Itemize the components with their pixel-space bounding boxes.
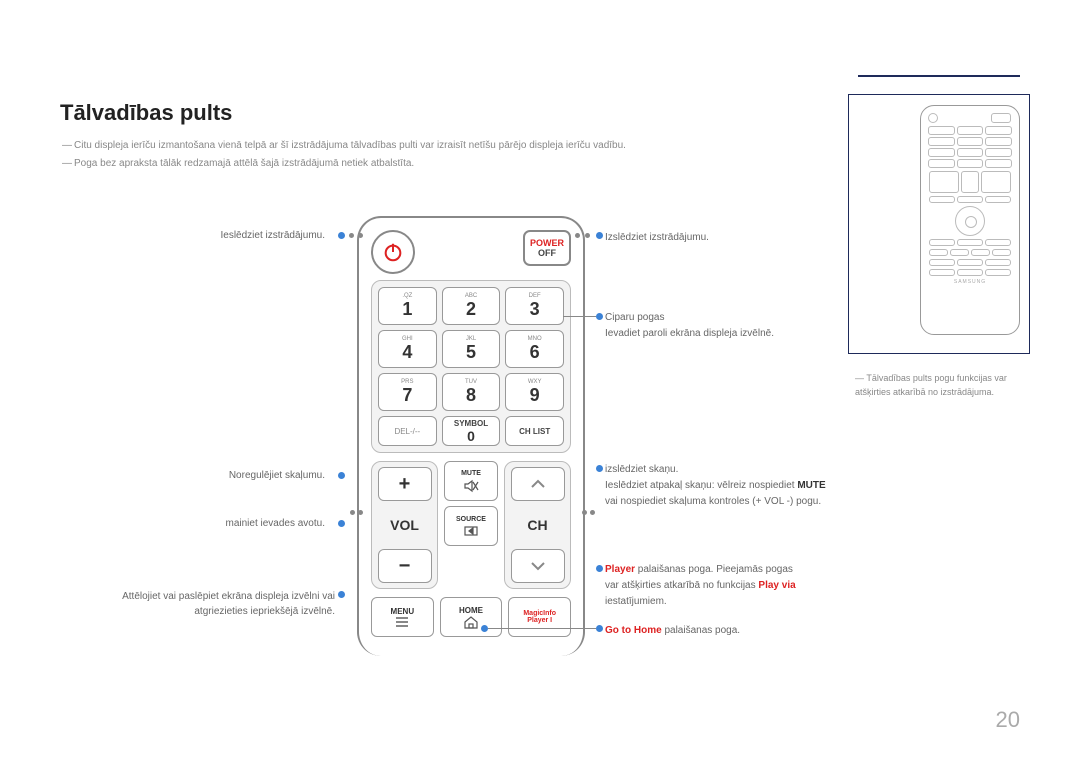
side-note: ― Tālvadības pults pogu funkcijas var at… [855,372,1020,399]
page-number: 20 [996,707,1020,733]
remote-diagram: POWEROFF .QZ1 ABC2 DEF3 GHI4 JKL5 MNO6 P… [357,216,585,656]
callout-menu: Attēlojiet vai paslēpiet ekrāna displeja… [40,589,335,619]
channel-control: CH [504,461,571,589]
callout-power-on: Ieslēdziet izstrādājumu. [70,230,325,241]
source-button: SOURCE [444,506,498,546]
power-off-button: POWEROFF [523,230,571,266]
callout-home: Go to Home palaišanas poga. [605,623,885,639]
keypad: .QZ1 ABC2 DEF3 GHI4 JKL5 MNO6 PRS7 TUV8 … [371,280,571,453]
mute-button: MUTE [444,461,498,501]
home-button: HOME [440,597,503,637]
power-on-button [371,230,415,274]
callout-magicinfo: Player palaišanas poga. Pieejamās pogas … [605,562,905,610]
mini-remote: SAMSUNG [920,105,1020,335]
header-notes: ―Citu displeja ierīču izmantošana vienā … [60,137,626,173]
magicinfo-button: MagicInfo Player I [508,597,571,637]
menu-button: MENU [371,597,434,637]
volume-control: + VOL − [371,461,438,589]
callout-mute: izslēdziet skaņu. Ieslēdziet atpakaļ ska… [605,462,905,510]
callout-source: mainiet ievades avotu. [70,518,325,529]
callout-power-off: Izslēdziet izstrādājumu. [605,230,865,246]
page-title: Tālvadības pults [60,100,232,126]
callout-numbers: Ciparu pogasIevadiet paroli ekrāna displ… [605,310,885,342]
callout-volume: Noregulējiet skaļumu. [70,470,325,481]
